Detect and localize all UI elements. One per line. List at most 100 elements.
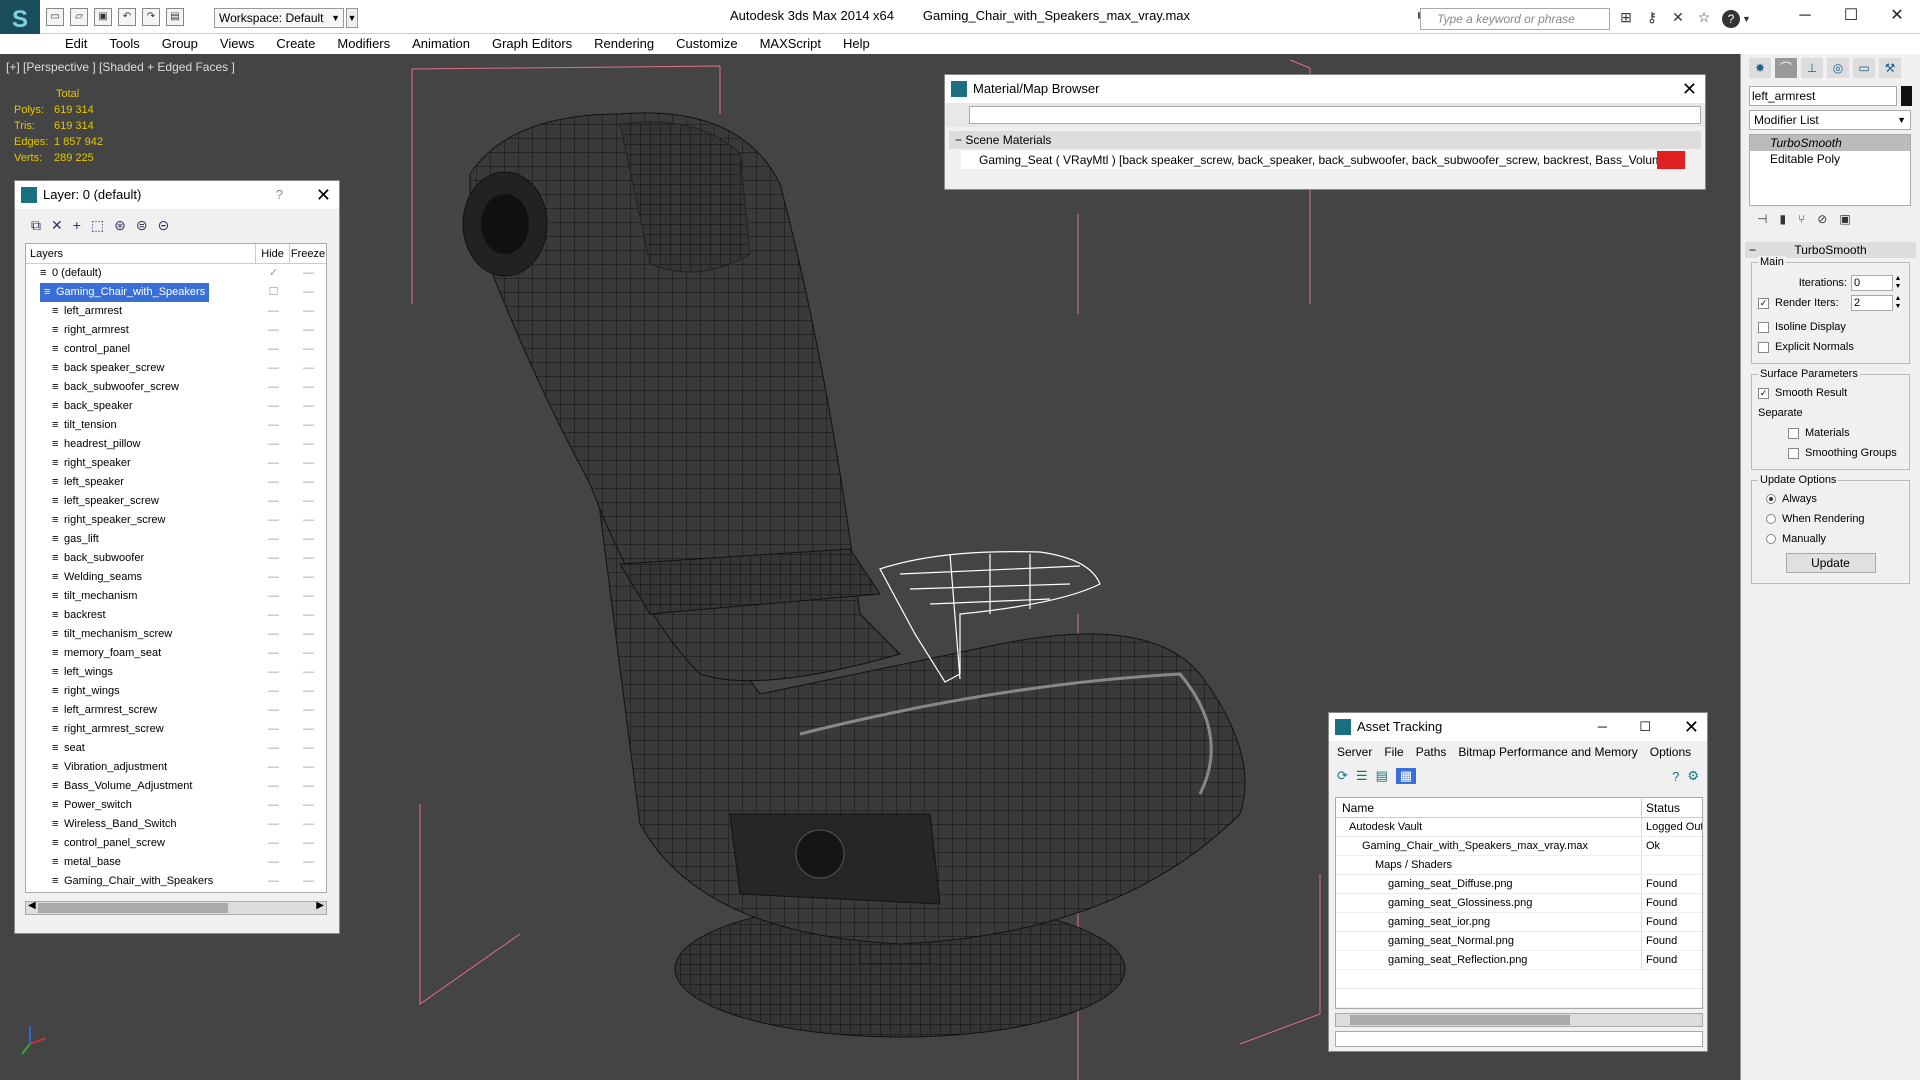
object-color-swatch[interactable] <box>1901 86 1912 106</box>
menu-tools[interactable]: Tools <box>98 34 150 54</box>
star-icon[interactable]: ☆ <box>1694 9 1714 27</box>
modify-tab-icon[interactable]: ⌒ <box>1775 58 1797 78</box>
scroll-left-icon[interactable]: ◀ <box>28 900 36 911</box>
freeze-toggle[interactable]: — <box>291 872 326 891</box>
material-browser-titlebar[interactable]: Material/Map Browser ✕ <box>945 75 1705 103</box>
hide-toggle[interactable]: — <box>256 796 291 815</box>
display-tab-icon[interactable]: ▭ <box>1853 58 1875 78</box>
add-to-layer-icon[interactable]: + <box>73 217 81 233</box>
freeze-toggle[interactable]: — <box>291 435 326 454</box>
layer-row[interactable]: ≡ tilt_tension — — <box>26 416 326 435</box>
layer-name[interactable]: Welding_seams <box>64 568 142 587</box>
show-end-result-icon[interactable]: ▮ <box>1779 212 1786 234</box>
hide-toggle[interactable]: — <box>256 682 291 701</box>
pin-stack-icon[interactable]: ⊣ <box>1757 212 1767 234</box>
asset-menu-options[interactable]: Options <box>1650 745 1691 759</box>
layer-name[interactable]: control_panel <box>64 340 130 359</box>
scroll-thumb[interactable] <box>1350 1015 1570 1025</box>
undo-icon[interactable]: ↶ <box>118 8 136 26</box>
freeze-toggle[interactable]: — <box>291 340 326 359</box>
freeze-toggle[interactable]: — <box>291 397 326 416</box>
asset-row[interactable]: gaming_seat_Normal.png Found <box>1336 932 1702 951</box>
create-layer-icon[interactable]: ⧉ <box>31 217 41 234</box>
hide-toggle[interactable]: — <box>256 359 291 378</box>
layer-row[interactable]: ≡ right_wings — — <box>26 682 326 701</box>
asset-maximize-button[interactable]: ☐ <box>1639 713 1651 741</box>
col-name[interactable]: Name <box>1336 798 1642 817</box>
layer-row[interactable]: ≡ metal_base — — <box>26 853 326 872</box>
layer-name[interactable]: tilt_tension <box>64 416 117 435</box>
maximize-button[interactable]: ☐ <box>1828 0 1874 32</box>
render-iters-checkbox[interactable]: ✓ <box>1758 297 1769 309</box>
layer-name[interactable]: left_wings <box>64 663 113 682</box>
menu-graph-editors[interactable]: Graph Editors <box>481 34 583 54</box>
layer-name[interactable]: back_speaker <box>64 397 133 416</box>
layer-name[interactable]: memory_foam_seat <box>64 644 161 663</box>
freeze-toggle[interactable]: — <box>291 473 326 492</box>
save-icon[interactable]: ▣ <box>94 8 112 26</box>
menu-views[interactable]: Views <box>209 34 265 54</box>
asset-row[interactable]: Gaming_Chair_with_Speakers_max_vray.max O… <box>1336 837 1702 856</box>
binoculars-icon[interactable]: ⊞ <box>1616 9 1636 27</box>
project-folder-icon[interactable]: ▤ <box>166 8 184 26</box>
layer-row[interactable]: ≡ left_speaker — — <box>26 473 326 492</box>
layer-name[interactable]: left_speaker_screw <box>64 492 159 511</box>
scene-materials-group[interactable]: − Scene Materials <box>949 131 1701 149</box>
asset-menu-server[interactable]: Server <box>1337 745 1372 759</box>
layer-name[interactable]: right_armrest <box>64 321 129 340</box>
layer-row[interactable]: ≡ back_speaker — — <box>26 397 326 416</box>
hide-toggle[interactable]: — <box>256 701 291 720</box>
make-unique-icon[interactable]: ⑂ <box>1798 212 1805 234</box>
asset-row[interactable]: gaming_seat_Reflection.png Found <box>1336 951 1702 970</box>
layer-row[interactable]: ≡ Gaming_Chair_with_Speakers — — <box>26 872 326 891</box>
hide-toggle[interactable]: — <box>256 853 291 872</box>
freeze-toggle[interactable]: — <box>291 625 326 644</box>
isoline-checkbox[interactable] <box>1758 321 1769 333</box>
hide-toggle[interactable]: — <box>256 378 291 397</box>
freeze-toggle[interactable]: — <box>291 302 326 321</box>
layer-row[interactable]: ≡ left_wings — — <box>26 663 326 682</box>
layer-name[interactable]: tilt_mechanism <box>64 587 137 606</box>
layer-name[interactable]: Vibration_adjustment <box>64 758 167 777</box>
hide-toggle[interactable]: — <box>256 777 291 796</box>
scroll-thumb[interactable] <box>38 903 228 913</box>
hide-toggle[interactable]: — <box>256 549 291 568</box>
help-icon[interactable]: ? <box>1722 10 1740 28</box>
layer-row[interactable]: ≡ back_subwoofer_screw — — <box>26 378 326 397</box>
hide-toggle[interactable]: — <box>256 625 291 644</box>
layer-row[interactable]: ≡ left_speaker_screw — — <box>26 492 326 511</box>
hide-toggle[interactable]: — <box>256 834 291 853</box>
hide-toggle[interactable]: — <box>256 321 291 340</box>
explicit-normals-checkbox[interactable] <box>1758 341 1769 353</box>
layer-panel-titlebar[interactable]: Layer: 0 (default) ? ✕ <box>15 181 339 209</box>
freeze-toggle[interactable]: — <box>291 701 326 720</box>
layer-name[interactable]: control_panel_screw <box>64 834 165 853</box>
minimize-button[interactable]: ─ <box>1782 0 1828 32</box>
layer-name[interactable]: right_wings <box>64 682 120 701</box>
freeze-toggle[interactable]: — <box>291 511 326 530</box>
smoothing-groups-checkbox[interactable] <box>1788 447 1799 459</box>
layer-name[interactable]: back speaker_screw <box>64 359 164 378</box>
list-view-icon[interactable]: ☰ <box>1356 768 1368 784</box>
layer-row[interactable]: ≡ tilt_mechanism — — <box>26 587 326 606</box>
freeze-toggle[interactable]: — <box>291 815 326 834</box>
layer-name[interactable]: Bass_Volume_Adjustment <box>64 777 192 796</box>
tools-icon[interactable]: ✕ <box>1668 9 1688 27</box>
freeze-toggle[interactable]: — <box>291 530 326 549</box>
layer-name[interactable]: left_armrest_screw <box>64 701 157 720</box>
hide-toggle[interactable]: ✓ <box>256 264 291 283</box>
asset-tracking-titlebar[interactable]: Asset Tracking ─ ☐ ✕ <box>1329 713 1707 741</box>
freeze-toggle[interactable]: — <box>291 587 326 606</box>
menu-create[interactable]: Create <box>265 34 326 54</box>
layer-name[interactable]: left_armrest <box>64 302 122 321</box>
asset-menu-paths[interactable]: Paths <box>1416 745 1447 759</box>
freeze-toggle[interactable]: — <box>291 264 326 283</box>
redo-icon[interactable]: ↷ <box>142 8 160 26</box>
layer-row[interactable]: ≡ Welding_seams — — <box>26 568 326 587</box>
spinner-arrows-icon[interactable]: ▲ ▼ <box>1893 275 1903 291</box>
help-button[interactable]: ? ▼ <box>1722 8 1762 30</box>
layer-row[interactable]: ≡ control_panel — — <box>26 340 326 359</box>
hide-toggle[interactable]: — <box>256 416 291 435</box>
layer-name[interactable]: headrest_pillow <box>64 435 140 454</box>
layer-row[interactable]: ≡ backrest — — <box>26 606 326 625</box>
